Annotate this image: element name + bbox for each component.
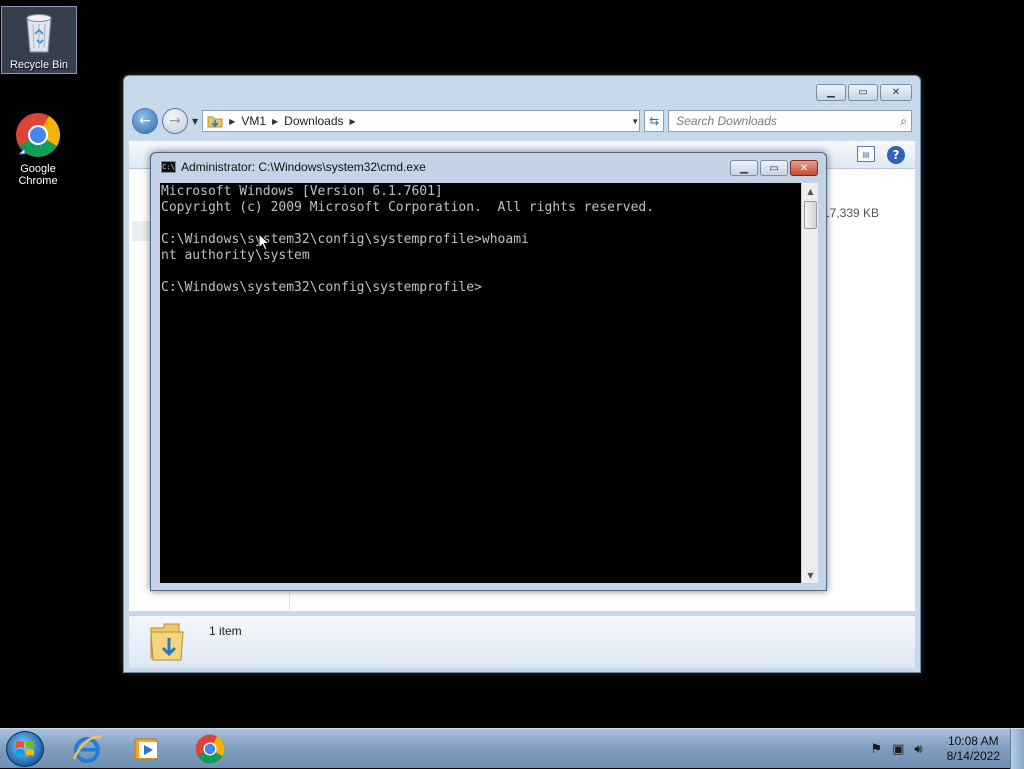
desktop-icon-google-chrome[interactable]: Google Chrome [0,112,76,187]
refresh-icon: ⇆ [649,114,660,128]
cmd-caption-buttons: ▁ ▭ ✕ [730,160,818,176]
minimize-icon: ▁ [827,87,835,98]
breadcrumb-vm1[interactable]: VM1 [241,114,266,128]
cmd-titlebar[interactable]: C:\ Administrator: C:\Windows\system32\c… [151,153,826,181]
internet-explorer-icon [72,735,102,763]
search-placeholder: Search Downloads [676,114,777,128]
preview-pane-icon: ▤ [862,149,870,159]
media-player-icon [134,738,158,760]
address-bar[interactable]: ▶ VM1 ▶ Downloads ▶ ▼ [202,110,641,132]
help-icon: ? [892,148,900,162]
console-output[interactable]: Microsoft Windows [Version 6.1.7601] Cop… [160,183,801,583]
downloads-folder-icon [150,623,184,661]
details-pane: 1 item [129,615,915,668]
recent-pages-dropdown[interactable]: ▼ [192,117,198,126]
close-icon: ✕ [799,162,809,174]
navigation-pane[interactable] [132,221,152,241]
refresh-button[interactable]: ⇆ [644,110,665,132]
downloads-folder-icon [207,116,223,128]
help-button[interactable]: ? [887,146,905,164]
maximize-button[interactable]: ▭ [848,84,878,101]
address-dropdown[interactable]: ▼ [631,117,639,126]
desktop-icon-label: Google Chrome [18,163,58,187]
taskbar-google-chrome[interactable] [189,732,231,766]
minimize-button[interactable]: ▁ [730,160,758,176]
taskbar-media-player[interactable] [126,732,168,766]
explorer-nav-row: ← → ▼ ▶ VM1 ▶ Downloads ▶ ▼ ⇆ Search Dow… [132,108,912,134]
minimize-icon: ▁ [740,162,748,174]
vertical-scrollbar[interactable]: ▲ ▼ [801,183,818,583]
maximize-icon: ▭ [858,87,868,98]
clock-date: 8/14/2022 [946,749,1000,763]
console-text: Microsoft Windows [Version 6.1.7601] Cop… [161,184,655,295]
windows-logo-icon [16,741,34,756]
scroll-down-icon[interactable]: ▼ [802,567,819,583]
clock[interactable]: 10:08 AM 8/14/2022 [947,734,1000,764]
recycle-bin-icon [26,14,52,53]
search-input[interactable]: Search Downloads ⌕ [668,110,912,132]
breadcrumb-separator[interactable]: ▶ [229,117,235,126]
cmd-window: C:\ Administrator: C:\Windows\system32\c… [150,152,827,591]
item-count: 1 item [209,624,242,638]
breadcrumb-downloads[interactable]: Downloads [284,114,343,128]
network-icon[interactable]: ▣ [892,742,904,757]
close-button[interactable]: ✕ [880,84,912,101]
chrome-icon [16,113,60,157]
forward-arrow-icon: → [169,113,181,129]
action-center-flag-icon[interactable]: ⚑ [870,742,882,757]
breadcrumb-separator[interactable]: ▶ [350,117,356,126]
preview-pane-button[interactable]: ▤ [857,146,875,162]
start-button[interactable] [6,731,44,767]
explorer-caption-buttons: ▁ ▭ ✕ [816,84,912,101]
cmd-icon: C:\ [161,161,176,173]
desktop: Recycle Bin Google Chrome ▁ ▭ ✕ ← → ▼ ▶ … [0,0,1024,728]
system-tray: ⚑ ▣ 🔊︎ 10:08 AM 8/14/2022 [870,729,1000,769]
minimize-button[interactable]: ▁ [816,84,846,101]
search-icon[interactable]: ⌕ [900,114,907,129]
scroll-up-icon[interactable]: ▲ [802,183,819,199]
breadcrumb-separator[interactable]: ▶ [272,117,278,126]
taskbar-internet-explorer[interactable] [66,732,108,766]
show-desktop-button[interactable] [1010,729,1024,769]
desktop-icon-recycle-bin[interactable]: Recycle Bin [1,6,77,74]
close-icon: ✕ [891,87,901,98]
back-arrow-icon: ← [139,113,151,129]
desktop-icon-label: Recycle Bin [9,59,69,71]
volume-icon[interactable]: 🔊︎ [914,742,922,757]
close-button[interactable]: ✕ [790,160,818,176]
mouse-cursor-icon [258,233,270,251]
file-size: 17,339 KB [823,206,880,220]
clock-time: 10:08 AM [947,734,999,748]
back-button[interactable]: ← [132,108,158,134]
taskbar: ⚑ ▣ 🔊︎ 10:08 AM 8/14/2022 [0,728,1024,769]
forward-button[interactable]: → [162,108,188,134]
scroll-thumb[interactable] [804,201,817,229]
cmd-title: Administrator: C:\Windows\system32\cmd.e… [181,160,426,174]
maximize-button[interactable]: ▭ [760,160,788,176]
chrome-icon [195,734,225,764]
pane-divider [289,592,290,611]
maximize-icon: ▭ [769,162,779,174]
